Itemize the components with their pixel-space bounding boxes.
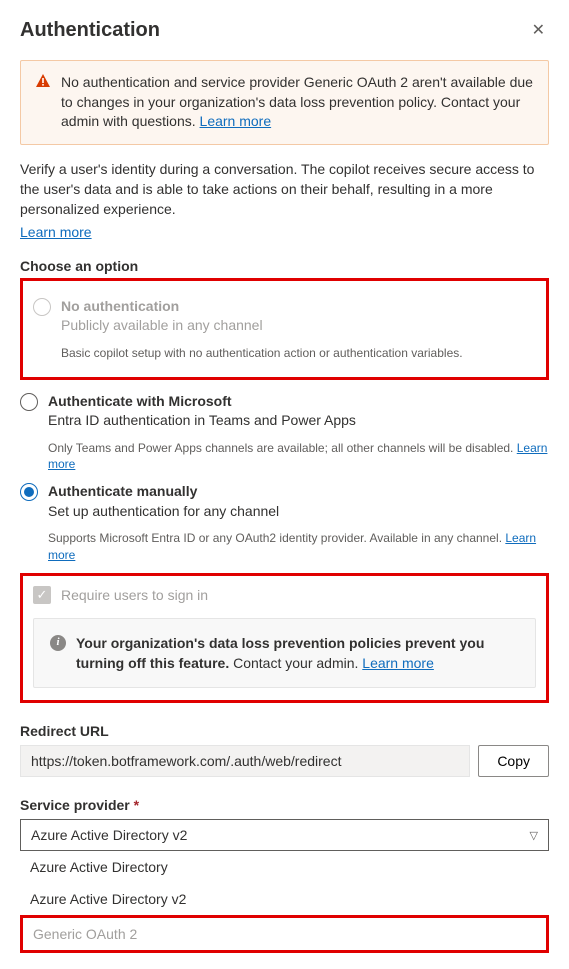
service-provider-label: Service provider * [20,797,549,813]
provider-option-aad-v2[interactable]: Azure Active Directory v2 [20,883,549,915]
provider-option-aad[interactable]: Azure Active Directory [20,851,549,883]
copy-button[interactable]: Copy [478,745,549,777]
dlp-warning-alert: No authentication and service provider G… [20,60,549,145]
option-title-no-auth: No authentication [61,297,536,315]
page-title: Authentication [20,19,160,42]
info-icon: i [50,635,66,651]
radio-authenticate-microsoft[interactable] [20,393,38,411]
service-provider-select[interactable]: Azure Active Directory v2 ▽ [20,819,549,851]
option-sub-ms: Entra ID authentication in Teams and Pow… [48,411,549,430]
intro-learn-more-link[interactable]: Learn more [20,224,92,240]
warning-icon [35,73,51,132]
highlight-require-signin: ✓ Require users to sign in i Your organi… [20,573,549,704]
close-button[interactable]: ✕ [528,16,549,44]
intro-text: Verify a user's identity during a conver… [20,161,534,218]
radio-authenticate-manually[interactable] [20,483,38,501]
redirect-url-label: Redirect URL [20,723,549,739]
info-learn-more-link[interactable]: Learn more [362,655,434,671]
close-icon: ✕ [532,22,545,39]
dlp-info-panel: i Your organization's data loss preventi… [33,618,536,689]
option-hint-manual: Supports Microsoft Entra ID or any OAuth… [48,531,505,545]
alert-learn-more-link[interactable]: Learn more [200,113,272,129]
redirect-url-input[interactable] [20,745,470,777]
choose-option-label: Choose an option [20,258,549,274]
checkbox-require-signin: ✓ [33,586,51,604]
chevron-down-icon: ▽ [530,829,538,842]
option-sub-no-auth: Publicly available in any channel [61,316,536,335]
service-provider-selected: Azure Active Directory v2 [31,827,187,843]
require-signin-label: Require users to sign in [61,587,208,603]
radio-no-authentication [33,298,51,316]
option-title-ms: Authenticate with Microsoft [48,392,549,410]
required-asterisk: * [134,797,139,813]
option-title-manual: Authenticate manually [48,482,549,500]
provider-option-generic-oauth: Generic OAuth 2 [23,918,546,950]
highlight-generic-oauth: Generic OAuth 2 [20,915,549,953]
option-hint-ms: Only Teams and Power Apps channels are a… [48,441,517,455]
highlight-no-auth-option: No authentication Publicly available in … [20,278,549,380]
option-hint-no-auth: Basic copilot setup with no authenticati… [61,345,536,361]
info-panel-rest: Contact your admin. [229,655,362,671]
service-provider-dropdown: Azure Active Directory Azure Active Dire… [20,851,549,953]
alert-text: No authentication and service provider G… [61,74,533,129]
option-sub-manual: Set up authentication for any channel [48,502,549,521]
checkmark-icon: ✓ [37,587,48,603]
